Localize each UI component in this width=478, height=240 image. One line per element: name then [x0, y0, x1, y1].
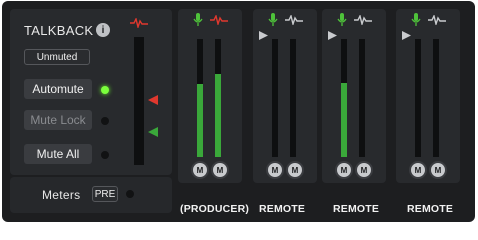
- mute-m-button[interactable]: M: [191, 161, 209, 179]
- channel-strip: MM: [322, 9, 386, 183]
- channel-name: (PRODUCER): [180, 203, 250, 215]
- mute-m-button[interactable]: M: [429, 161, 447, 179]
- meters-led: [126, 190, 134, 198]
- mute-all-led: [101, 151, 109, 159]
- mute-m-button[interactable]: M: [286, 161, 304, 179]
- channel-strip: MM: [253, 9, 317, 183]
- mute-m-button[interactable]: M: [409, 161, 427, 179]
- talkback-meter: [134, 37, 144, 165]
- red-arrow-marker[interactable]: [148, 95, 158, 105]
- level-meter-fill: [215, 74, 221, 157]
- level-meter: [359, 39, 365, 157]
- waveform-white-icon: [285, 15, 303, 25]
- level-meter: [197, 39, 203, 157]
- level-meter-fill: [341, 83, 347, 157]
- channel-name: REMOTE: [259, 203, 306, 215]
- mute-m-button[interactable]: M: [266, 161, 284, 179]
- channel-name: REMOTE: [333, 203, 380, 215]
- channel-strip: MM: [178, 9, 242, 183]
- mic-green-icon[interactable]: [268, 13, 278, 27]
- automute-button[interactable]: Automute: [24, 79, 92, 99]
- gain-marker-icon[interactable]: [402, 31, 411, 40]
- talkback-panel: TALKBACK i Unmuted Automute Mute Lock Mu…: [10, 9, 172, 175]
- level-meter: [341, 39, 347, 157]
- automute-led: [101, 86, 109, 94]
- mic-green-icon[interactable]: [193, 13, 203, 27]
- level-meter: [290, 39, 296, 157]
- level-meter: [415, 39, 421, 157]
- level-meter: [272, 39, 278, 157]
- meters-label: Meters: [42, 188, 81, 202]
- meters-pre-button[interactable]: PRE: [92, 186, 118, 202]
- gain-marker-icon[interactable]: [328, 31, 337, 40]
- meters-panel: Meters PRE: [10, 177, 172, 213]
- channel-strip: MM: [396, 9, 460, 183]
- level-meter: [215, 39, 221, 157]
- mic-green-icon[interactable]: [411, 13, 421, 27]
- gain-marker-icon[interactable]: [259, 31, 268, 40]
- mic-green-icon[interactable]: [337, 13, 347, 27]
- talkback-status: Unmuted: [24, 49, 90, 65]
- mute-m-button[interactable]: M: [355, 161, 373, 179]
- green-arrow-marker[interactable]: [148, 127, 158, 137]
- info-icon[interactable]: i: [96, 23, 110, 37]
- waveform-red-icon: [130, 18, 148, 28]
- talkback-title: TALKBACK: [24, 23, 94, 38]
- level-meter: [433, 39, 439, 157]
- mute-all-button[interactable]: Mute All: [24, 144, 92, 164]
- mute-lock-led: [101, 117, 109, 125]
- waveform-white-icon: [428, 15, 446, 25]
- waveform-red-icon: [210, 15, 228, 25]
- channel-name: REMOTE: [407, 203, 454, 215]
- mute-lock-button[interactable]: Mute Lock: [24, 110, 92, 130]
- waveform-white-icon: [354, 15, 372, 25]
- mute-m-button[interactable]: M: [335, 161, 353, 179]
- level-meter-fill: [197, 84, 203, 157]
- talkback-mixer: TALKBACK i Unmuted Automute Mute Lock Mu…: [2, 1, 475, 222]
- mute-m-button[interactable]: M: [211, 161, 229, 179]
